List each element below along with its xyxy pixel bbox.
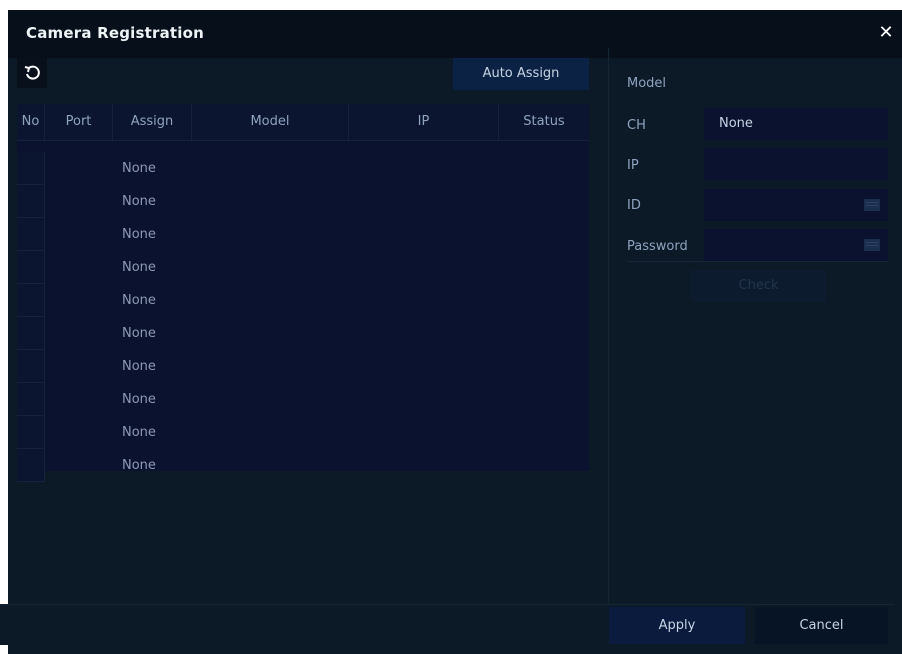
row-number-cell bbox=[17, 251, 45, 284]
assign-cell: None bbox=[122, 458, 156, 473]
row-number-cell bbox=[17, 383, 45, 416]
ip-input[interactable] bbox=[704, 148, 888, 180]
details-separator bbox=[627, 261, 889, 262]
title-bar: Camera Registration ✕ bbox=[8, 10, 902, 58]
table-row[interactable]: None bbox=[17, 251, 589, 284]
table-row[interactable]: None bbox=[17, 416, 589, 449]
row-number-cell bbox=[17, 185, 45, 218]
table-row[interactable]: None bbox=[17, 350, 589, 383]
ch-label: CH bbox=[627, 118, 646, 133]
row-number-cell bbox=[17, 317, 45, 350]
camera-table: No Port Assign Model IP Status None None… bbox=[17, 104, 589, 482]
assign-cell: None bbox=[122, 227, 156, 242]
password-label: Password bbox=[627, 239, 688, 254]
assign-cell: None bbox=[122, 359, 156, 374]
table-row[interactable]: None bbox=[17, 449, 589, 482]
column-header-ip: IP bbox=[349, 104, 499, 140]
assign-cell: None bbox=[122, 293, 156, 308]
table-row[interactable]: None bbox=[17, 185, 589, 218]
table-row[interactable]: None bbox=[17, 218, 589, 251]
ch-select[interactable]: None bbox=[704, 108, 888, 140]
table-row[interactable]: None bbox=[17, 284, 589, 317]
column-header-model: Model bbox=[192, 104, 349, 140]
row-number-cell bbox=[17, 152, 45, 185]
apply-button[interactable]: Apply bbox=[609, 607, 745, 644]
assign-cell: None bbox=[122, 392, 156, 407]
assign-cell: None bbox=[122, 425, 156, 440]
cancel-button[interactable]: Cancel bbox=[755, 607, 888, 644]
assign-cell: None bbox=[122, 260, 156, 275]
password-input[interactable] bbox=[704, 229, 888, 261]
keyboard-icon[interactable] bbox=[864, 239, 880, 251]
id-label: ID bbox=[627, 198, 641, 213]
id-input[interactable] bbox=[704, 189, 888, 221]
column-header-status: Status bbox=[523, 114, 565, 129]
row-number-cell bbox=[17, 218, 45, 251]
assign-cell: None bbox=[122, 161, 156, 176]
row-number-cell bbox=[17, 449, 45, 482]
table-row[interactable]: None bbox=[17, 317, 589, 350]
row-number-cell bbox=[17, 284, 45, 317]
assign-cell: None bbox=[122, 326, 156, 341]
column-header-port: Port bbox=[45, 104, 113, 140]
keyboard-icon[interactable] bbox=[864, 199, 880, 211]
column-header-assign: Assign bbox=[113, 104, 192, 140]
table-header: No Port Assign Model IP Status bbox=[17, 104, 589, 141]
panel-divider bbox=[608, 48, 609, 604]
table-row[interactable]: None bbox=[17, 383, 589, 416]
table-row[interactable]: None bbox=[17, 152, 589, 185]
auto-assign-button[interactable]: Auto Assign bbox=[453, 58, 589, 90]
refresh-icon bbox=[24, 65, 40, 80]
check-button[interactable]: Check bbox=[691, 270, 826, 302]
dialog-title: Camera Registration bbox=[26, 24, 204, 42]
assign-cell: None bbox=[122, 194, 156, 209]
refresh-button[interactable] bbox=[17, 58, 47, 88]
close-icon[interactable]: ✕ bbox=[876, 23, 896, 43]
model-label: Model bbox=[627, 76, 667, 91]
ip-label: IP bbox=[627, 158, 639, 173]
column-header-no: No bbox=[17, 104, 45, 140]
row-number-cell bbox=[17, 350, 45, 383]
row-number-cell bbox=[17, 416, 45, 449]
